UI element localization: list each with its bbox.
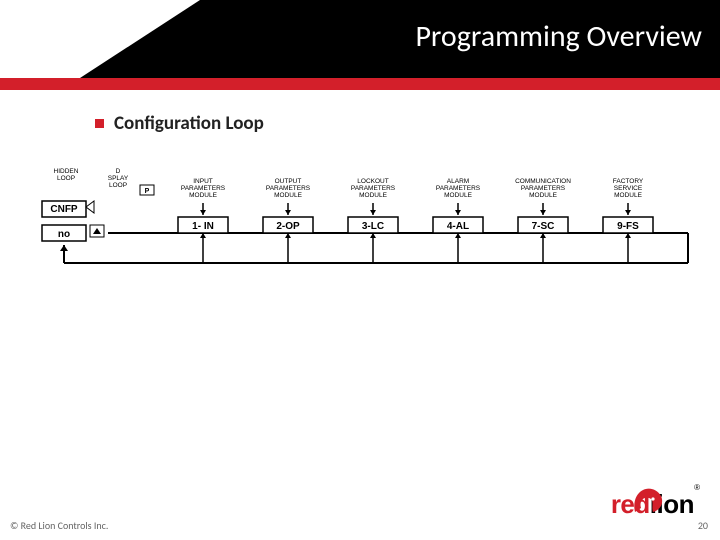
module-label: LOCKOUTPARAMETERSMODULE [351,178,396,199]
hidden-loop-label: HIDDENLOOP [54,168,79,182]
device-top-display: CNFP [50,204,78,215]
module-label: OUTPUTPARAMETERSMODULE [266,178,311,199]
module-label: FACTORYSERVICEMODULE [613,178,644,199]
page-title: Programming Overview [415,18,702,55]
section-subtitle: Configuration Loop [114,112,264,135]
module-0: INPUTPARAMETERSMODULE 1- IN [178,178,228,263]
device-bottom-display: no [58,229,70,240]
module-5: FACTORYSERVICEMODULE 9-FS [603,178,653,263]
module-code: 2-OP [276,221,300,232]
module-label: INPUTPARAMETERSMODULE [181,178,226,199]
config-loop-diagram: HIDDENLOOP DSPLAYLOOP P CNFP no INPUTPAR… [28,167,698,292]
page-number: 20 [698,519,708,532]
module-code: 3-LC [362,221,384,232]
device-top-arrow [86,201,94,213]
module-code: 9-FS [617,221,639,232]
module-label: COMMUNICATIONPARAMETERSMODULE [515,178,571,199]
lion-head-icon [631,486,665,514]
module-1: OUTPUTPARAMETERSMODULE 2-OP [263,178,313,263]
module-2: LOCKOUTPARAMETERSMODULE 3-LC [348,178,398,263]
module-label: ALARMPARAMETERSMODULE [436,178,481,199]
module-4: COMMUNICATIONPARAMETERSMODULE 7-SC [515,178,571,263]
return-arrow-icon [60,245,68,251]
module-code: 1- IN [192,221,214,232]
module-code: 7-SC [532,221,555,232]
display-loop-label: DSPLAYLOOP [108,168,129,189]
module-3: ALARMPARAMETERSMODULE 4-AL [433,178,483,263]
subtitle-row: Configuration Loop [95,112,720,135]
copyright: © Red Lion Controls Inc. [10,519,108,532]
registered-mark: ® [694,483,700,492]
p-button-label: P [145,188,150,195]
bullet-icon [95,119,104,128]
redlion-logo: red lion ® [611,489,694,520]
header-accent [0,0,200,78]
header-red-bar [0,78,720,90]
slide-header: Programming Overview [0,0,720,78]
module-code: 4-AL [447,221,469,232]
